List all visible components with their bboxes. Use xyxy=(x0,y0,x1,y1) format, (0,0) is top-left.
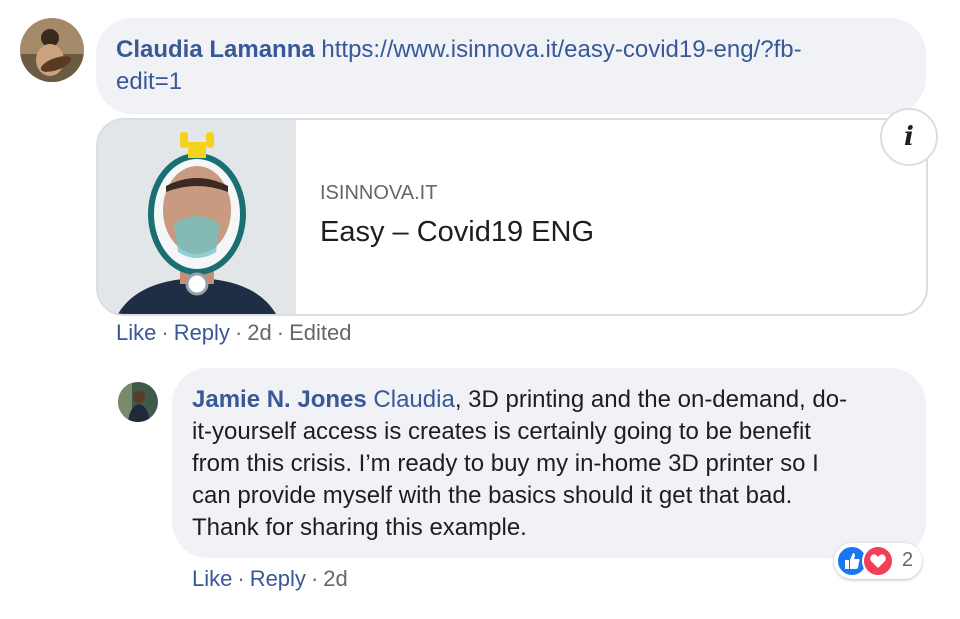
comment-actions-jamie: Like · Reply · 2d xyxy=(192,566,348,592)
reply-line-2: it-yourself access is creates is certain… xyxy=(192,418,811,445)
comment-link-continued[interactable]: edit=1 xyxy=(116,68,182,95)
like-link[interactable]: Like xyxy=(116,320,156,345)
mention-link[interactable]: Claudia xyxy=(373,386,454,413)
reply-author[interactable]: Jamie N. Jones xyxy=(192,386,367,413)
info-icon[interactable]: i xyxy=(880,108,938,166)
separator: · xyxy=(310,566,319,591)
reply-line-4: can provide myself with the basics shoul… xyxy=(192,482,793,509)
separator: · xyxy=(237,566,245,591)
reply-text: Jamie N. Jones Claudia, 3D printing and … xyxy=(192,384,912,544)
comment-bubble-jamie: Jamie N. Jones Claudia, 3D printing and … xyxy=(172,368,926,558)
comment-bubble-claudia: Claudia Lamanna https://www.isinnova.it/… xyxy=(96,18,926,114)
link-preview-title: Easy – Covid19 ENG xyxy=(320,216,595,248)
love-icon xyxy=(862,545,894,577)
separator: · xyxy=(276,320,285,345)
comment-author[interactable]: Claudia Lamanna xyxy=(116,36,315,63)
reactions-summary[interactable]: 2 xyxy=(834,543,922,579)
claudia-avatar[interactable] xyxy=(20,18,84,82)
reply-line-3: from this crisis. I’m ready to buy my in… xyxy=(192,450,819,477)
reply-line-5: Thank for sharing this example. xyxy=(192,514,527,541)
timestamp[interactable]: 2d xyxy=(323,566,347,591)
reaction-count: 2 xyxy=(902,549,914,571)
edited-label[interactable]: Edited xyxy=(289,320,351,345)
link-preview-card[interactable]: ISINNOVA.IT Easy – Covid19 ENG xyxy=(96,118,928,316)
comment-actions-claudia: Like · Reply · 2d · Edited xyxy=(116,320,351,346)
reply-link[interactable]: Reply xyxy=(174,320,230,345)
reply-link[interactable]: Reply xyxy=(250,566,306,591)
reply-line-1: , 3D printing and the on-demand, do- xyxy=(454,386,848,413)
link-preview-domain: ISINNOVA.IT xyxy=(320,182,438,204)
link-preview-image xyxy=(98,120,296,314)
comment-link[interactable]: https://www.isinnova.it/easy-covid19-eng… xyxy=(321,36,801,63)
separator: · xyxy=(234,320,243,345)
info-icon-label: i xyxy=(904,122,914,152)
comment-text: Claudia Lamanna https://www.isinnova.it/… xyxy=(116,34,916,98)
separator: · xyxy=(161,320,169,345)
timestamp[interactable]: 2d xyxy=(247,320,271,345)
jamie-avatar[interactable] xyxy=(118,382,158,422)
like-link[interactable]: Like xyxy=(192,566,232,591)
